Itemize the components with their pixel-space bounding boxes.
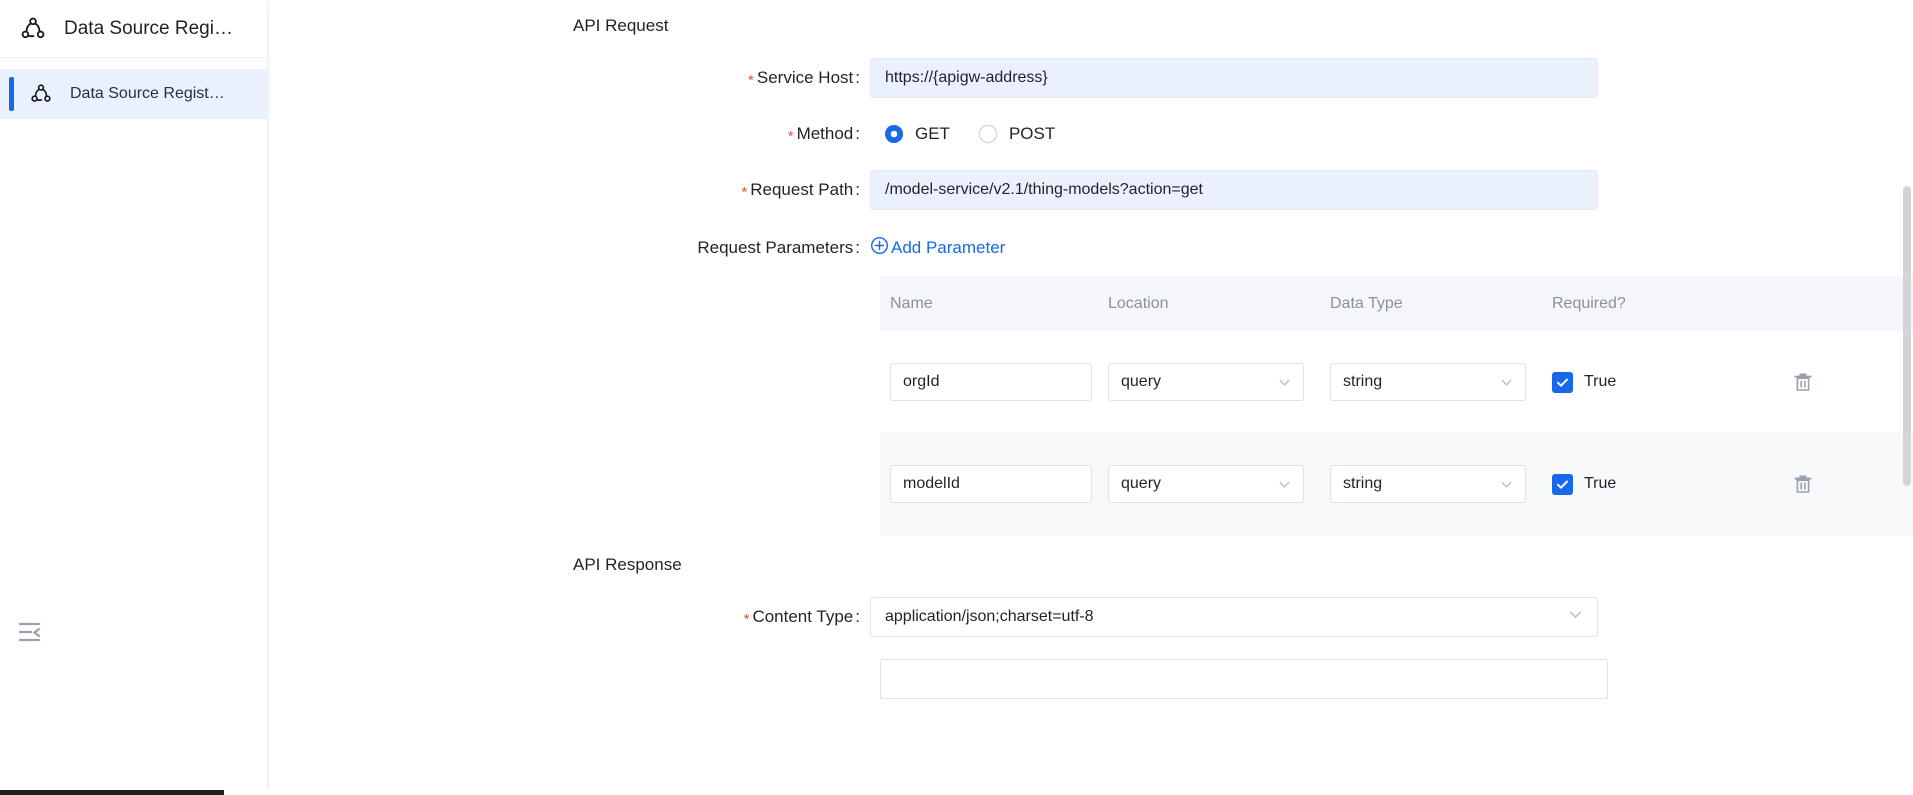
form-row-service-host: * Service Host: https://{apigw-address} (268, 58, 1913, 98)
vertical-scrollbar[interactable] (1902, 0, 1913, 795)
trash-icon[interactable] (1792, 370, 1814, 394)
method-radio-get[interactable]: GET (884, 124, 950, 144)
column-header-required: Required? (1552, 294, 1626, 312)
main-content: API Request * Service Host: https://{apig… (268, 0, 1913, 795)
sidebar-header-title: Data Source Regi… (64, 17, 233, 39)
required-asterisk: * (787, 128, 794, 145)
sidebar-header: Data Source Regi… (0, 0, 267, 58)
service-host-value: https://{apigw-address} (885, 69, 1048, 86)
form-row-content-type: * Content Type: application/json;charset=… (268, 597, 1913, 637)
param-name-cell: orgId (880, 363, 1108, 401)
param-required-checkbox[interactable] (1552, 473, 1573, 495)
param-required-cell: True (1552, 371, 1792, 393)
param-name-cell: modelId (880, 465, 1108, 503)
table-row: modelId query string True (880, 433, 1913, 535)
request-path-input[interactable]: /model-service/v2.1/thing-models?action=… (870, 170, 1598, 210)
service-host-label: * Service Host: (748, 68, 860, 89)
method-radio-post-label: POST (1008, 124, 1056, 143)
param-required-cell: True (1552, 473, 1792, 495)
param-data-type-select[interactable]: string (1330, 363, 1526, 401)
add-parameter-button[interactable]: Add Parameter (870, 236, 1005, 260)
service-host-input[interactable]: https://{apigw-address} (870, 58, 1598, 98)
content-type-value: application/json;charset=utf-8 (885, 608, 1094, 625)
radio-selected-icon (884, 124, 904, 144)
param-required-checkbox-wrap: True (1552, 473, 1792, 495)
api-request-section-title: API Request (573, 16, 669, 35)
content-type-label: * Content Type: (743, 607, 860, 628)
api-response-section-title: API Response (573, 555, 682, 574)
content-type-select[interactable]: application/json;charset=utf-8 (870, 597, 1598, 637)
vertical-scrollbar-thumb[interactable] (1903, 186, 1911, 486)
param-name-value: orgId (903, 373, 940, 390)
required-asterisk: * (741, 184, 748, 201)
sidebar-collapse-icon[interactable] (18, 621, 44, 643)
param-name-input[interactable]: modelId (890, 465, 1092, 503)
param-location-cell: query (1108, 363, 1330, 401)
request-path-label-text: Request Path (750, 180, 854, 199)
param-name-value: modelId (903, 475, 960, 492)
app-window: Data Source Regi… Data Source Regist… AP… (0, 0, 1913, 795)
table-row: orgId query string True (880, 331, 1913, 433)
request-parameters-label-text: Request Parameters (697, 238, 854, 257)
request-path-value: /model-service/v2.1/thing-models?action=… (885, 181, 1203, 198)
param-data-type-cell: string (1330, 465, 1552, 503)
radio-unselected-icon (978, 124, 998, 144)
form-row-request-parameters: Request Parameters: Add Parameter (268, 236, 1913, 260)
chevron-down-icon (1278, 376, 1291, 389)
param-required-label: True (1584, 475, 1617, 492)
param-required-label: True (1584, 373, 1617, 390)
plus-circle-icon (870, 236, 889, 260)
column-header-name: Name (890, 294, 933, 312)
method-radio-post[interactable]: POST (978, 124, 1055, 144)
param-location-value: query (1121, 475, 1162, 492)
service-host-label-text: Service Host (756, 68, 854, 87)
request-path-label: * Request Path: (741, 180, 860, 201)
add-parameter-label: Add Parameter (891, 238, 1006, 257)
content-type-label-text: Content Type (752, 607, 854, 626)
trash-icon[interactable] (1792, 472, 1814, 496)
chevron-down-icon (1278, 478, 1291, 491)
param-delete-cell (1792, 472, 1913, 496)
param-location-select[interactable]: query (1108, 363, 1304, 401)
horizontal-scrollbar-thumb[interactable] (0, 790, 224, 795)
param-data-type-select[interactable]: string (1330, 465, 1526, 503)
chevron-down-icon (1500, 478, 1513, 491)
param-location-cell: query (1108, 465, 1330, 503)
param-name-input[interactable]: orgId (890, 363, 1092, 401)
method-radio-get-label: GET (915, 124, 950, 143)
chevron-down-icon (1500, 376, 1513, 389)
sidebar: Data Source Regi… Data Source Regist… (0, 0, 268, 795)
method-label: * Method: (787, 124, 860, 145)
required-asterisk: * (743, 611, 750, 628)
param-required-checkbox-wrap: True (1552, 371, 1792, 393)
sidebar-item-label: Data Source Regist… (70, 85, 225, 102)
sidebar-item-data-source-registration[interactable]: Data Source Regist… (0, 69, 267, 119)
chevron-down-icon (1568, 607, 1583, 627)
param-location-value: query (1121, 373, 1162, 390)
request-parameters-label: Request Parameters: (697, 238, 860, 257)
param-required-checkbox[interactable] (1552, 371, 1573, 393)
table-header-row: Name Location Data Type Required? (880, 276, 1913, 331)
form-row-method: * Method: GET POST (268, 124, 1913, 145)
column-header-location: Location (1108, 294, 1169, 312)
graph-node-icon (30, 83, 52, 105)
required-asterisk: * (748, 72, 754, 89)
method-label-text: Method (796, 124, 854, 143)
param-location-select[interactable]: query (1108, 465, 1304, 503)
param-data-type-cell: string (1330, 363, 1552, 401)
graph-node-icon (20, 16, 46, 42)
param-delete-cell (1792, 370, 1913, 394)
method-radio-group: GET POST (884, 124, 1055, 144)
column-header-data-type: Data Type (1330, 294, 1403, 312)
param-data-type-value: string (1343, 475, 1383, 492)
param-data-type-value: string (1343, 373, 1383, 390)
horizontal-scrollbar[interactable] (0, 790, 1913, 795)
response-body-input-partial[interactable] (880, 659, 1608, 699)
request-parameters-table: Name Location Data Type Required? orgId (880, 276, 1913, 535)
form-row-request-path: * Request Path: /model-service/v2.1/thing… (268, 170, 1913, 210)
